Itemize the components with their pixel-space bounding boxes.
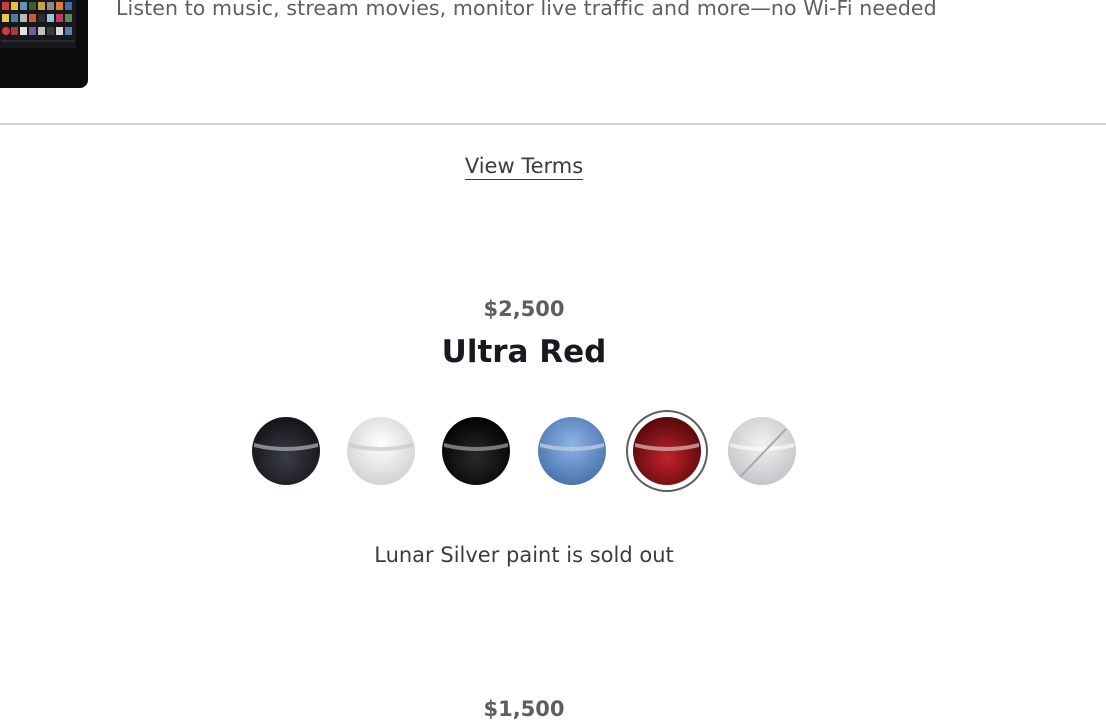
next-option-price: $1,500 bbox=[483, 697, 565, 721]
paint-swatch-4-graphic bbox=[538, 417, 606, 485]
paint-name: Ultra Red bbox=[441, 334, 607, 370]
paint-swatch-1[interactable] bbox=[252, 417, 320, 485]
paint-swatch-lunar-silver-sold-out[interactable] bbox=[728, 417, 796, 485]
section-divider bbox=[0, 123, 1106, 125]
paint-swatch-1-graphic bbox=[252, 417, 320, 485]
feature-description: Listen to music, stream movies, monitor … bbox=[116, 0, 937, 20]
paint-swatch-3-graphic bbox=[442, 417, 510, 485]
paint-price: $2,500 bbox=[483, 297, 565, 321]
view-terms-link[interactable]: View Terms bbox=[464, 154, 584, 180]
paint-swatch-2-graphic bbox=[347, 417, 415, 485]
media-feature-thumbnail bbox=[0, 0, 88, 88]
sold-out-message: Lunar Silver paint is sold out bbox=[374, 543, 674, 567]
view-terms-link-wrapper: View Terms bbox=[0, 154, 1048, 180]
paint-swatch-4[interactable] bbox=[538, 417, 606, 485]
paint-swatch-ultra-red-selected[interactable] bbox=[633, 417, 701, 485]
paint-swatch-5-graphic bbox=[633, 417, 701, 485]
paint-swatch-6-graphic bbox=[728, 417, 796, 485]
paint-swatch-2[interactable] bbox=[347, 417, 415, 485]
paint-swatch-3[interactable] bbox=[442, 417, 510, 485]
